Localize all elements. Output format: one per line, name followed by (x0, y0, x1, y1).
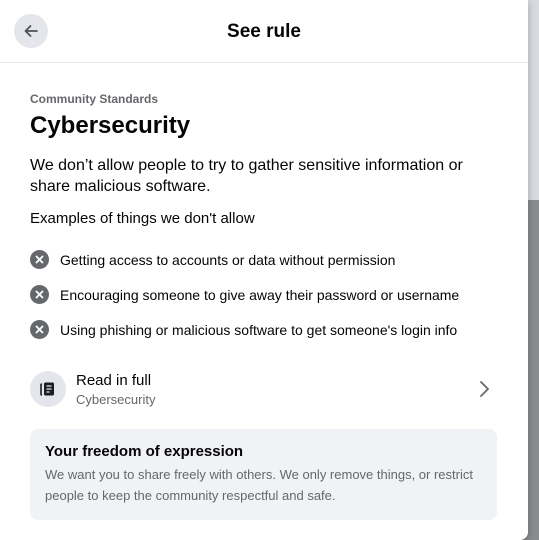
freedom-body: We want you to share freely with others.… (45, 467, 473, 503)
read-in-full-text: Read in full Cybersecurity (76, 372, 474, 407)
list-item: Encouraging someone to give away their p… (30, 277, 498, 312)
list-item-text: Using phishing or malicious software to … (60, 321, 458, 338)
chevron-right-icon (480, 381, 489, 397)
dialog-header: See rule (0, 0, 528, 63)
back-button[interactable] (14, 14, 48, 48)
freedom-of-expression-card: Your freedom of expression We want you t… (30, 429, 497, 520)
dialog-title: See rule (227, 21, 301, 42)
community-standards-label: Community Standards (30, 92, 159, 106)
list-item: Getting access to accounts or data witho… (30, 242, 498, 277)
read-in-full-title: Read in full (76, 371, 152, 389)
rule-description: We don’t allow people to try to gather s… (30, 157, 463, 195)
read-in-full-link[interactable]: Read in full Cybersecurity (30, 363, 498, 415)
rule-heading: Cybersecurity (30, 112, 191, 139)
background-overlay (528, 0, 539, 540)
x-circle-icon (30, 285, 49, 304)
rule-content: Community Standards Cybersecurity We don… (0, 92, 528, 520)
list-item: Using phishing or malicious software to … (30, 312, 498, 347)
document-icon (30, 371, 66, 407)
list-item-text: Getting access to accounts or data witho… (60, 251, 396, 268)
freedom-title: Your freedom of expression (45, 443, 244, 460)
disallowed-list: Getting access to accounts or data witho… (30, 242, 498, 347)
list-item-text: Encouraging someone to give away their p… (60, 286, 460, 303)
examples-heading: Examples of things we don't allow (30, 210, 255, 227)
see-rule-dialog: See rule Community Standards Cybersecuri… (0, 0, 528, 540)
read-in-full-subtitle: Cybersecurity (76, 391, 156, 407)
x-circle-icon (30, 250, 49, 269)
x-circle-icon (30, 320, 49, 339)
arrow-left-icon (24, 25, 38, 37)
